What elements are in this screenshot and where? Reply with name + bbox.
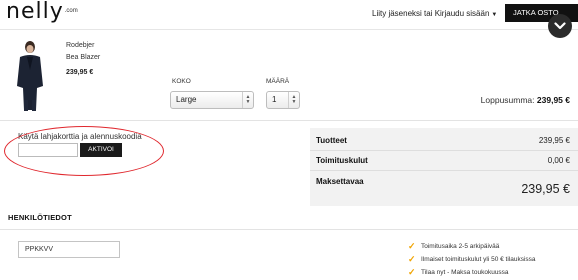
summary-products-value: 239,95 €	[538, 136, 570, 145]
perk-text: Ilmaiset toimituskulut yli 50 € tilauksi…	[421, 256, 536, 263]
check-icon: ✓	[408, 241, 416, 251]
size-label: KOKO	[172, 78, 191, 85]
line-total-label: Loppusumma:	[480, 95, 535, 105]
perk-item: ✓ Ilmaiset toimituskulut yli 50 € tilauk…	[408, 253, 536, 266]
summary-shipping-value: 0,00 €	[547, 156, 570, 165]
divider	[0, 229, 578, 230]
check-icon: ✓	[408, 254, 416, 264]
perk-item: ✓ Tilaa nyt - Maksa toukokuussa	[408, 266, 536, 279]
summary-total-value: 239,95 €	[521, 182, 570, 196]
login-link-label: Liity jäseneksi tai Kirjaudu sisään	[372, 9, 490, 18]
nelly-logo[interactable]: nelly .com	[6, 0, 78, 24]
summary-shipping-label: Toimituskulut	[316, 156, 368, 165]
collapse-button[interactable]	[548, 14, 572, 38]
summary-divider	[310, 150, 578, 151]
perk-text: Toimitusaika 2-5 arkipäivää	[421, 243, 500, 250]
quantity-select[interactable]: 1 ▲ ▼	[266, 91, 300, 109]
personal-info-title: HENKILÖTIEDOT	[8, 213, 72, 222]
logo-text: nelly	[6, 0, 64, 24]
line-total: Loppusumma: 239,95 €	[481, 95, 570, 105]
product-price: 239,95 €	[66, 69, 94, 76]
top-header: nelly .com Liity jäseneksi tai Kirjaudu …	[0, 0, 578, 30]
chevron-down-icon	[554, 22, 566, 30]
quantity-label: MÄÄRÄ	[266, 78, 290, 85]
summary-total-label: Maksettavaa	[316, 177, 364, 186]
product-photo	[10, 40, 48, 112]
summary-products-label: Tuotteet	[316, 136, 347, 145]
perk-text: Tilaa nyt - Maksa toukokuussa	[421, 269, 509, 276]
annotation-highlight	[4, 126, 164, 176]
quantity-value: 1	[272, 95, 277, 104]
divider	[0, 120, 578, 121]
check-icon: ✓	[408, 267, 416, 277]
summary-products-row: Tuotteet 239,95 €	[316, 136, 570, 145]
caret-down-icon: ▼	[491, 12, 498, 18]
select-arrows-icon: ▲ ▼	[288, 92, 299, 108]
summary-shipping-row: Toimituskulut 0,00 €	[316, 156, 570, 165]
personal-id-field[interactable]: PPKKVV	[18, 241, 120, 258]
select-arrows-icon: ▲ ▼	[242, 92, 253, 108]
product-brand[interactable]: Rodebjer	[66, 42, 94, 49]
summary-divider	[310, 170, 578, 171]
size-select[interactable]: Large ▲ ▼	[170, 91, 254, 109]
perk-item: ✓ Toimitusaika 2-5 arkipäivää	[408, 240, 536, 253]
logo-suffix: .com	[64, 8, 78, 14]
size-value: Large	[176, 95, 197, 104]
line-total-value: 239,95 €	[536, 95, 570, 105]
login-link[interactable]: Liity jäseneksi tai Kirjaudu sisään ▼	[372, 9, 497, 18]
product-image[interactable]	[10, 40, 48, 112]
product-name[interactable]: Bea Blazer	[66, 54, 100, 61]
perks-list: ✓ Toimitusaika 2-5 arkipäivää ✓ Ilmaiset…	[408, 240, 536, 279]
